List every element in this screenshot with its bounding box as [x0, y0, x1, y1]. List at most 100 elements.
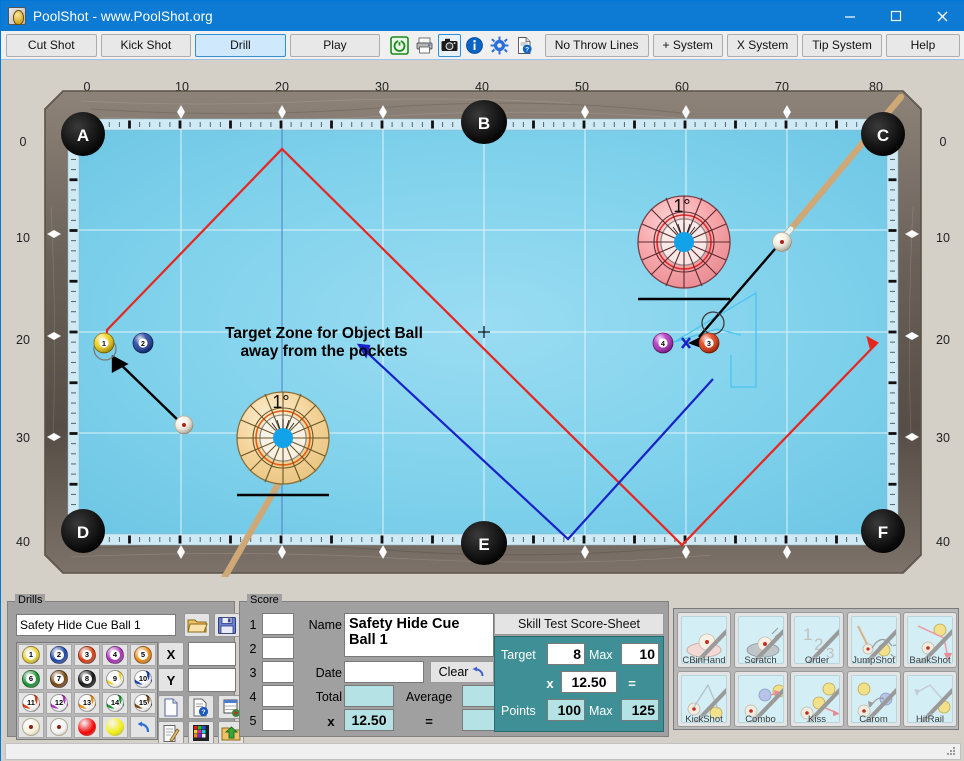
camera-icon[interactable] [438, 33, 462, 57]
tab-kick-shot[interactable]: Kick Shot [100, 33, 192, 57]
skill-button-hitrail[interactable]: HitRail [903, 671, 957, 727]
info-icon[interactable] [463, 33, 487, 57]
skill-button-kickshot[interactable]: KickShot [677, 671, 731, 727]
score-row-label-1: 1 [249, 618, 257, 632]
ruler-right-40: 40 [936, 535, 950, 549]
edit-notes-icon[interactable] [158, 721, 184, 745]
skill-test-title[interactable]: Skill Test Score-Sheet [494, 613, 664, 635]
score-multiplier-value[interactable]: 12.50 [344, 709, 394, 731]
skill-button-carom[interactable]: Carom [846, 671, 901, 727]
tab-play[interactable]: Play [289, 33, 381, 57]
score-total-label: Total [315, 690, 342, 704]
palette-ball-2[interactable]: 2 [46, 644, 72, 666]
palette-ball-7[interactable]: 7 [46, 668, 72, 690]
poolshot-window: PoolShot - www.PoolShot.org Cut Shot Kic… [0, 0, 964, 761]
tab-drill[interactable]: Drill [195, 33, 286, 57]
app-poolshot-icon [8, 7, 26, 25]
palette-ball-14[interactable]: 14 [102, 692, 128, 714]
score-total-value [344, 685, 394, 707]
button-x-system[interactable]: X System [726, 33, 799, 57]
palette-ball-4[interactable]: 4 [102, 644, 128, 666]
palette-ball-9[interactable]: 9 [102, 668, 128, 690]
score-row-label-2: 2 [249, 642, 257, 656]
svg-text:3: 3 [707, 341, 711, 348]
ball-palette[interactable]: 1 2 3 4 5 6 7 8 9 10 11 12 13 14 15 [16, 642, 158, 740]
maximize-button[interactable] [873, 1, 919, 31]
y-label-button[interactable]: Y [158, 668, 184, 692]
protractor-red-label: 1° [673, 196, 690, 216]
skill-button-scratch[interactable]: Scratch [733, 612, 788, 668]
open-folder-icon[interactable] [184, 613, 210, 637]
score-row-input-3[interactable] [262, 661, 294, 683]
score-row-input-4[interactable] [262, 685, 294, 707]
button-help[interactable]: Help [885, 33, 960, 57]
close-button[interactable] [919, 1, 964, 31]
palette-ball-8[interactable]: 8 [74, 668, 100, 690]
button-plus-system[interactable]: + System [652, 33, 723, 57]
palette-ball-cueball2-16[interactable] [46, 716, 72, 738]
palette-ball-glyph: 3 [78, 646, 96, 664]
printer-icon[interactable] [413, 33, 437, 57]
skill-button-kiss[interactable]: Kiss [790, 671, 844, 727]
score-date-input[interactable] [344, 661, 424, 683]
svg-text:B: B [478, 114, 490, 133]
new-page-icon[interactable] [158, 695, 184, 719]
y-value-input[interactable] [188, 668, 236, 692]
palette-ball-13[interactable]: 13 [74, 692, 100, 714]
skill-button-order[interactable]: 1 2 3 Order [790, 612, 844, 668]
button-tip-system[interactable]: Tip System [802, 33, 882, 57]
skill-button-combo[interactable]: Combo [733, 671, 788, 727]
score-row-input-5[interactable] [262, 709, 294, 731]
score-row-input-1[interactable] [262, 613, 294, 635]
pool-table-area[interactable]: 0 10 20 30 40 50 60 70 80 0 10 20 30 40 … [1, 60, 964, 593]
palette-ball-5[interactable]: 5 [130, 644, 156, 666]
palette-ball-glyph: 5 [134, 646, 152, 664]
palette-ball-12[interactable]: 12 [46, 692, 72, 714]
palette-ball-cueball-15[interactable] [18, 716, 44, 738]
ghost-ball-left [174, 415, 194, 435]
palette-ball-number: 2 [54, 650, 64, 660]
palette-ball-glyph: 11 [22, 694, 40, 712]
skill-multiply-label: x [546, 675, 554, 691]
clear-button[interactable]: Clear [430, 661, 494, 683]
floppy-save-icon[interactable] [214, 613, 240, 637]
ball-4: 4 [652, 332, 674, 354]
help-document-icon[interactable]: ? [513, 33, 537, 57]
palette-ball-1[interactable]: 1 [18, 644, 44, 666]
drill-name-input[interactable]: Safety Hide Cue Ball 1 [16, 614, 176, 636]
power-icon[interactable] [388, 33, 412, 57]
resize-grip-icon[interactable] [945, 745, 957, 757]
billiard-table[interactable]: 1° 1° 1 2 4 3 A B C D E F Target Zone fo… [41, 87, 925, 577]
svg-text:2: 2 [141, 341, 145, 348]
palette-ball-glyph: 1 [22, 646, 40, 664]
color-palette-icon[interactable] [188, 721, 214, 745]
skill-button-bankshot[interactable]: BankShot [903, 612, 957, 668]
palette-ball-6[interactable]: 6 [18, 668, 44, 690]
help-document-icon-drills[interactable]: ? [188, 695, 214, 719]
button-no-throw-lines[interactable]: No Throw Lines [544, 33, 649, 57]
palette-plain-ball [78, 718, 96, 736]
x-value-input[interactable] [188, 642, 236, 666]
skill-button-cbinhand[interactable]: CBinHand [677, 612, 731, 668]
settings-gear-icon[interactable] [488, 33, 512, 57]
target-value-input[interactable]: 8 [547, 643, 585, 665]
skill-multiplier-value[interactable]: 12.50 [561, 671, 617, 693]
skill-button-jumpshot[interactable]: JumpShot [846, 612, 901, 668]
palette-ball-undo-19[interactable] [130, 716, 156, 738]
score-name-label: Name [308, 618, 342, 632]
minimize-button[interactable] [827, 1, 873, 31]
x-label-button[interactable]: X [158, 642, 184, 666]
palette-ball-11[interactable]: 11 [18, 692, 44, 714]
ruler-left-40: 40 [16, 535, 30, 549]
palette-ball-plain-18[interactable] [102, 716, 128, 738]
score-date-label: Date [315, 666, 342, 680]
score-group: Score 1 2 3 4 5 Name Safety Hide Cue Bal… [239, 594, 669, 737]
palette-ball-3[interactable]: 3 [74, 644, 100, 666]
palette-ball-15[interactable]: 15 [130, 692, 156, 714]
score-row-input-2[interactable] [262, 637, 294, 659]
palette-ball-plain-17[interactable] [74, 716, 100, 738]
score-name-value[interactable]: Safety Hide Cue Ball 1 [344, 613, 494, 657]
target-zone-annotation: Target Zone for Object Ball away from th… [159, 325, 489, 362]
palette-ball-10[interactable]: 10 [130, 668, 156, 690]
tab-cut-shot[interactable]: Cut Shot [6, 33, 97, 57]
